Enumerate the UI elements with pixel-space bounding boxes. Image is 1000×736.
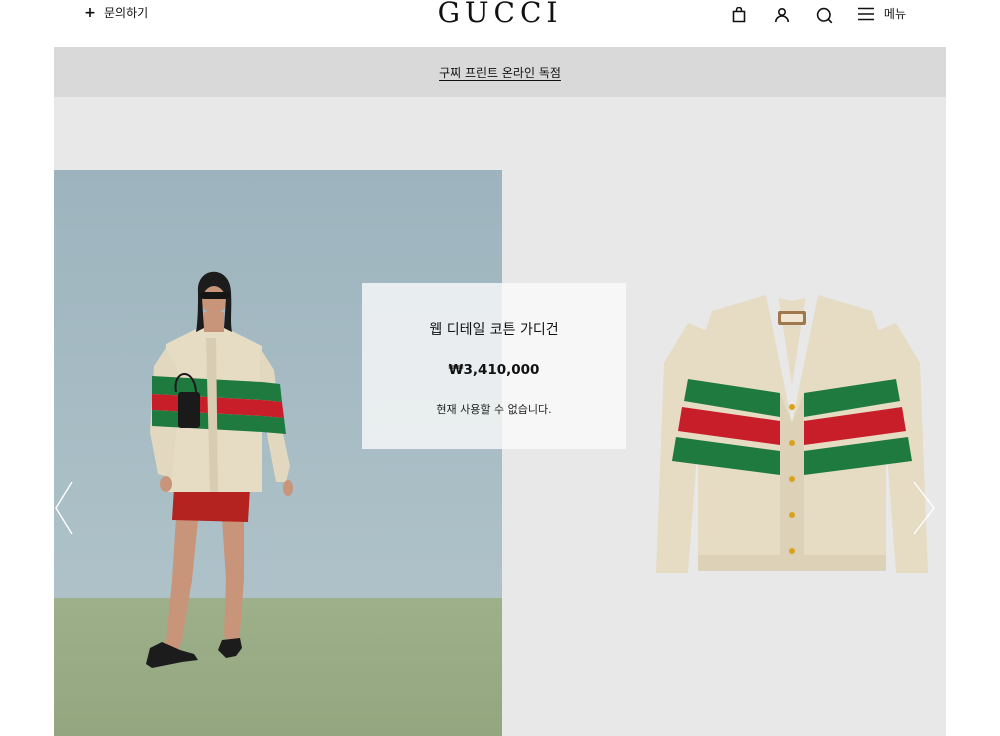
product-name: 웹 디테일 코튼 가디건 <box>429 322 559 338</box>
site-header: + 문의하기 GUCCI 메뉴 <box>0 0 1000 46</box>
product-info-card[interactable]: 웹 디테일 코튼 가디건 ₩3,410,000 현재 사용할 수 없습니다. <box>362 283 626 449</box>
model-photo[interactable] <box>54 170 502 736</box>
menu-label: 메뉴 <box>883 7 906 21</box>
menu-button[interactable]: 메뉴 <box>857 6 906 25</box>
shopping-bag-icon[interactable] <box>728 4 750 26</box>
cardigan-image <box>656 295 928 573</box>
header-actions: 메뉴 <box>728 4 906 26</box>
product-hero-carousel: 웹 디테일 코튼 가디건 ₩3,410,000 현재 사용할 수 없습니다. <box>54 97 946 736</box>
user-icon[interactable] <box>771 4 793 26</box>
promo-link[interactable]: 구찌 프린트 온라인 독점 <box>439 64 561 81</box>
search-icon[interactable] <box>814 4 836 26</box>
promo-banner: 구찌 프린트 온라인 독점 <box>54 47 946 97</box>
carousel-prev-button[interactable] <box>54 480 74 540</box>
availability-status: 현재 사용할 수 없습니다. <box>436 403 552 416</box>
carousel-next-button[interactable] <box>912 480 938 540</box>
model-figure <box>146 271 293 668</box>
chevron-right-icon <box>913 481 935 535</box>
chevron-left-icon <box>55 481 73 535</box>
product-price: ₩3,410,000 <box>448 362 540 378</box>
product-photo[interactable] <box>654 293 930 583</box>
menu-icon <box>857 6 874 25</box>
